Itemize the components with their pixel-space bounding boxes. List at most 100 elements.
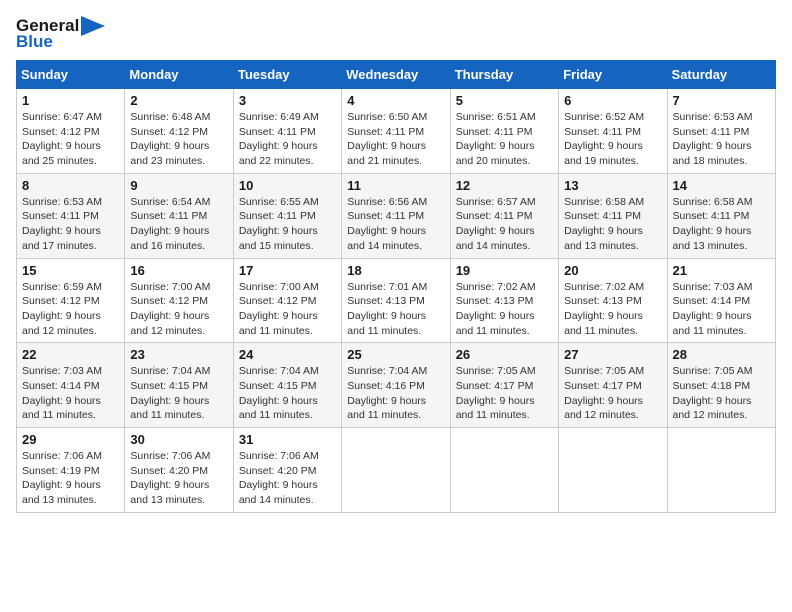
day-info: Sunrise: 6:54 AMSunset: 4:11 PMDaylight:… [130,195,227,254]
day-header-sunday: Sunday [17,61,125,89]
day-info: Sunrise: 7:04 AMSunset: 4:15 PMDaylight:… [239,364,336,423]
calendar-week-1: 1 Sunrise: 6:47 AMSunset: 4:12 PMDayligh… [17,89,776,174]
day-info: Sunrise: 7:06 AMSunset: 4:20 PMDaylight:… [239,449,336,508]
calendar-cell: 14 Sunrise: 6:58 AMSunset: 4:11 PMDaylig… [667,173,775,258]
calendar-cell: 18 Sunrise: 7:01 AMSunset: 4:13 PMDaylig… [342,258,450,343]
day-info: Sunrise: 7:05 AMSunset: 4:18 PMDaylight:… [673,364,770,423]
day-info: Sunrise: 6:48 AMSunset: 4:12 PMDaylight:… [130,110,227,169]
calendar-cell: 5 Sunrise: 6:51 AMSunset: 4:11 PMDayligh… [450,89,558,174]
day-number: 16 [130,263,227,278]
calendar-cell: 21 Sunrise: 7:03 AMSunset: 4:14 PMDaylig… [667,258,775,343]
calendar-cell [559,428,667,513]
calendar-cell: 22 Sunrise: 7:03 AMSunset: 4:14 PMDaylig… [17,343,125,428]
day-info: Sunrise: 7:04 AMSunset: 4:16 PMDaylight:… [347,364,444,423]
day-info: Sunrise: 6:58 AMSunset: 4:11 PMDaylight:… [564,195,661,254]
calendar-cell [667,428,775,513]
calendar-cell: 17 Sunrise: 7:00 AMSunset: 4:12 PMDaylig… [233,258,341,343]
day-info: Sunrise: 6:51 AMSunset: 4:11 PMDaylight:… [456,110,553,169]
day-info: Sunrise: 6:50 AMSunset: 4:11 PMDaylight:… [347,110,444,169]
logo: General Blue [16,16,105,52]
calendar-cell: 12 Sunrise: 6:57 AMSunset: 4:11 PMDaylig… [450,173,558,258]
calendar-cell: 26 Sunrise: 7:05 AMSunset: 4:17 PMDaylig… [450,343,558,428]
day-number: 13 [564,178,661,193]
calendar-cell: 28 Sunrise: 7:05 AMSunset: 4:18 PMDaylig… [667,343,775,428]
day-number: 17 [239,263,336,278]
day-info: Sunrise: 7:06 AMSunset: 4:20 PMDaylight:… [130,449,227,508]
calendar-cell: 4 Sunrise: 6:50 AMSunset: 4:11 PMDayligh… [342,89,450,174]
day-info: Sunrise: 7:05 AMSunset: 4:17 PMDaylight:… [456,364,553,423]
day-info: Sunrise: 6:49 AMSunset: 4:11 PMDaylight:… [239,110,336,169]
day-number: 23 [130,347,227,362]
day-number: 14 [673,178,770,193]
calendar-cell [450,428,558,513]
day-info: Sunrise: 7:03 AMSunset: 4:14 PMDaylight:… [22,364,119,423]
calendar-cell: 13 Sunrise: 6:58 AMSunset: 4:11 PMDaylig… [559,173,667,258]
day-header-monday: Monday [125,61,233,89]
day-number: 4 [347,93,444,108]
page-header: General Blue [16,16,776,52]
calendar-cell: 10 Sunrise: 6:55 AMSunset: 4:11 PMDaylig… [233,173,341,258]
day-number: 31 [239,432,336,447]
calendar-week-5: 29 Sunrise: 7:06 AMSunset: 4:19 PMDaylig… [17,428,776,513]
day-info: Sunrise: 7:00 AMSunset: 4:12 PMDaylight:… [130,280,227,339]
day-header-thursday: Thursday [450,61,558,89]
day-number: 10 [239,178,336,193]
day-number: 21 [673,263,770,278]
day-number: 22 [22,347,119,362]
day-number: 24 [239,347,336,362]
day-number: 29 [22,432,119,447]
day-info: Sunrise: 7:05 AMSunset: 4:17 PMDaylight:… [564,364,661,423]
day-number: 30 [130,432,227,447]
day-info: Sunrise: 6:58 AMSunset: 4:11 PMDaylight:… [673,195,770,254]
day-info: Sunrise: 7:02 AMSunset: 4:13 PMDaylight:… [456,280,553,339]
day-number: 15 [22,263,119,278]
day-number: 8 [22,178,119,193]
day-number: 11 [347,178,444,193]
calendar-cell: 27 Sunrise: 7:05 AMSunset: 4:17 PMDaylig… [559,343,667,428]
calendar-week-4: 22 Sunrise: 7:03 AMSunset: 4:14 PMDaylig… [17,343,776,428]
day-number: 3 [239,93,336,108]
day-number: 9 [130,178,227,193]
day-info: Sunrise: 7:06 AMSunset: 4:19 PMDaylight:… [22,449,119,508]
calendar-cell [342,428,450,513]
calendar-cell: 20 Sunrise: 7:02 AMSunset: 4:13 PMDaylig… [559,258,667,343]
calendar-cell: 25 Sunrise: 7:04 AMSunset: 4:16 PMDaylig… [342,343,450,428]
day-header-friday: Friday [559,61,667,89]
day-number: 1 [22,93,119,108]
calendar-cell: 30 Sunrise: 7:06 AMSunset: 4:20 PMDaylig… [125,428,233,513]
day-info: Sunrise: 6:53 AMSunset: 4:11 PMDaylight:… [22,195,119,254]
day-number: 5 [456,93,553,108]
day-info: Sunrise: 6:53 AMSunset: 4:11 PMDaylight:… [673,110,770,169]
calendar-cell: 15 Sunrise: 6:59 AMSunset: 4:12 PMDaylig… [17,258,125,343]
calendar-cell: 2 Sunrise: 6:48 AMSunset: 4:12 PMDayligh… [125,89,233,174]
day-number: 19 [456,263,553,278]
calendar-cell: 16 Sunrise: 7:00 AMSunset: 4:12 PMDaylig… [125,258,233,343]
calendar-week-2: 8 Sunrise: 6:53 AMSunset: 4:11 PMDayligh… [17,173,776,258]
day-info: Sunrise: 7:04 AMSunset: 4:15 PMDaylight:… [130,364,227,423]
calendar-cell: 3 Sunrise: 6:49 AMSunset: 4:11 PMDayligh… [233,89,341,174]
day-header-saturday: Saturday [667,61,775,89]
day-info: Sunrise: 6:59 AMSunset: 4:12 PMDaylight:… [22,280,119,339]
calendar-cell: 9 Sunrise: 6:54 AMSunset: 4:11 PMDayligh… [125,173,233,258]
day-info: Sunrise: 7:01 AMSunset: 4:13 PMDaylight:… [347,280,444,339]
day-number: 28 [673,347,770,362]
calendar-table: SundayMondayTuesdayWednesdayThursdayFrid… [16,60,776,513]
calendar-cell: 31 Sunrise: 7:06 AMSunset: 4:20 PMDaylig… [233,428,341,513]
day-number: 26 [456,347,553,362]
logo-blue: Blue [16,32,53,52]
calendar-cell: 8 Sunrise: 6:53 AMSunset: 4:11 PMDayligh… [17,173,125,258]
calendar-cell: 23 Sunrise: 7:04 AMSunset: 4:15 PMDaylig… [125,343,233,428]
day-number: 6 [564,93,661,108]
day-info: Sunrise: 7:00 AMSunset: 4:12 PMDaylight:… [239,280,336,339]
day-number: 7 [673,93,770,108]
day-number: 12 [456,178,553,193]
calendar-header-row: SundayMondayTuesdayWednesdayThursdayFrid… [17,61,776,89]
day-header-wednesday: Wednesday [342,61,450,89]
day-number: 20 [564,263,661,278]
calendar-cell: 29 Sunrise: 7:06 AMSunset: 4:19 PMDaylig… [17,428,125,513]
day-number: 2 [130,93,227,108]
day-number: 27 [564,347,661,362]
day-header-tuesday: Tuesday [233,61,341,89]
calendar-cell: 11 Sunrise: 6:56 AMSunset: 4:11 PMDaylig… [342,173,450,258]
day-info: Sunrise: 6:52 AMSunset: 4:11 PMDaylight:… [564,110,661,169]
